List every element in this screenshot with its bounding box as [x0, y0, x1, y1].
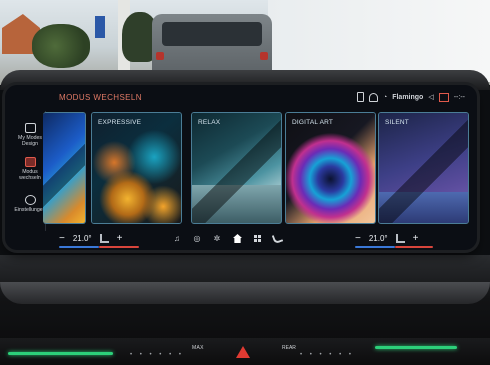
- volume-icon: ◁: [428, 93, 433, 101]
- page-title: MODUS WECHSELN: [59, 93, 142, 102]
- temp-left-bar-warm: [99, 246, 139, 248]
- ambient-light-right: [375, 346, 457, 349]
- tree: [32, 24, 90, 68]
- climate-dots: • • • • • •: [130, 352, 184, 358]
- temp-left-bar-cold: [59, 246, 99, 248]
- mode-card-digital-art[interactable]: DIGITAL ART: [285, 112, 376, 224]
- temp-right-minus-button[interactable]: −: [355, 234, 361, 243]
- fan-icon[interactable]: ✲: [213, 235, 221, 243]
- gear-icon: [25, 195, 36, 205]
- dashboard-trim: [0, 282, 490, 304]
- dock: ♫ ◎ ✲: [173, 234, 282, 243]
- mode-artwork-stripe: [379, 113, 468, 223]
- climate-dots: • • • • • •: [300, 352, 354, 358]
- photo-scene: MAX REAR • • • • • • • • • • • • MODUS W…: [0, 0, 490, 365]
- mode-card-label: SILENT: [385, 119, 409, 126]
- mode-card-silent[interactable]: SILENT: [378, 112, 469, 224]
- radio-icon: ◔: [383, 94, 387, 101]
- seat-heating-right-icon[interactable]: [396, 234, 405, 243]
- my-modes-icon: [25, 123, 36, 133]
- mode-card-relax[interactable]: RELAX: [191, 112, 282, 224]
- ambient-light-left: [8, 352, 113, 355]
- mode-card-partial[interactable]: [43, 112, 86, 224]
- phone-battery-icon: [357, 92, 364, 102]
- rear-defrost-label[interactable]: REAR: [282, 345, 296, 351]
- person-icon: [369, 93, 378, 102]
- clock: --:--: [454, 94, 465, 101]
- seat-heating-left-icon[interactable]: [100, 234, 109, 243]
- mode-card-label: DIGITAL ART: [292, 119, 333, 126]
- temp-left-minus-button[interactable]: −: [59, 234, 65, 243]
- temp-right-value: 21.0°: [369, 234, 388, 243]
- road-sign: [95, 16, 105, 38]
- temp-left-plus-button[interactable]: +: [117, 234, 123, 243]
- home-icon[interactable]: [233, 234, 242, 243]
- bottom-bar: − 21.0° + ♫ ◎ ✲ − 21.0° +: [5, 231, 477, 250]
- apps-grid-icon[interactable]: [254, 235, 261, 242]
- mode-artwork-stripe: [43, 113, 85, 223]
- phone-icon[interactable]: [272, 233, 284, 245]
- van-taillight: [156, 52, 164, 60]
- mode-artwork-stripe: [192, 113, 281, 223]
- max-defrost-label[interactable]: MAX: [192, 345, 204, 351]
- navigation-icon[interactable]: ◎: [193, 235, 201, 243]
- temp-left-value: 21.0°: [73, 234, 92, 243]
- mode-artwork: [92, 113, 181, 223]
- climate-right: − 21.0° +: [355, 234, 418, 243]
- radio-station[interactable]: Flamingo: [392, 94, 423, 101]
- status-bar: MODUS WECHSELN ◔ Flamingo ◁ --:--: [5, 85, 477, 107]
- status-icons: ◔ Flamingo ◁ --:--: [357, 92, 465, 102]
- temp-right-bar-cold: [355, 246, 395, 248]
- climate-left: − 21.0° +: [59, 234, 122, 243]
- mode-card-label: EXPRESSIVE: [98, 119, 141, 126]
- temp-right-plus-button[interactable]: +: [413, 234, 419, 243]
- modus-wechseln-icon: [25, 157, 36, 167]
- mode-artwork: [286, 113, 375, 223]
- mode-card-label: RELAX: [198, 119, 220, 126]
- notification-icon[interactable]: [439, 93, 449, 102]
- infotainment-screen: MODUS WECHSELN ◔ Flamingo ◁ --:-- My Mod…: [5, 85, 477, 250]
- mode-card-expressive[interactable]: EXPRESSIVE: [91, 112, 182, 224]
- van-window: [162, 22, 262, 46]
- music-icon[interactable]: ♫: [173, 235, 181, 243]
- van-taillight: [260, 52, 268, 60]
- temp-right-bar-warm: [395, 246, 433, 248]
- hazard-button[interactable]: [236, 346, 250, 358]
- parked-van: [152, 14, 272, 76]
